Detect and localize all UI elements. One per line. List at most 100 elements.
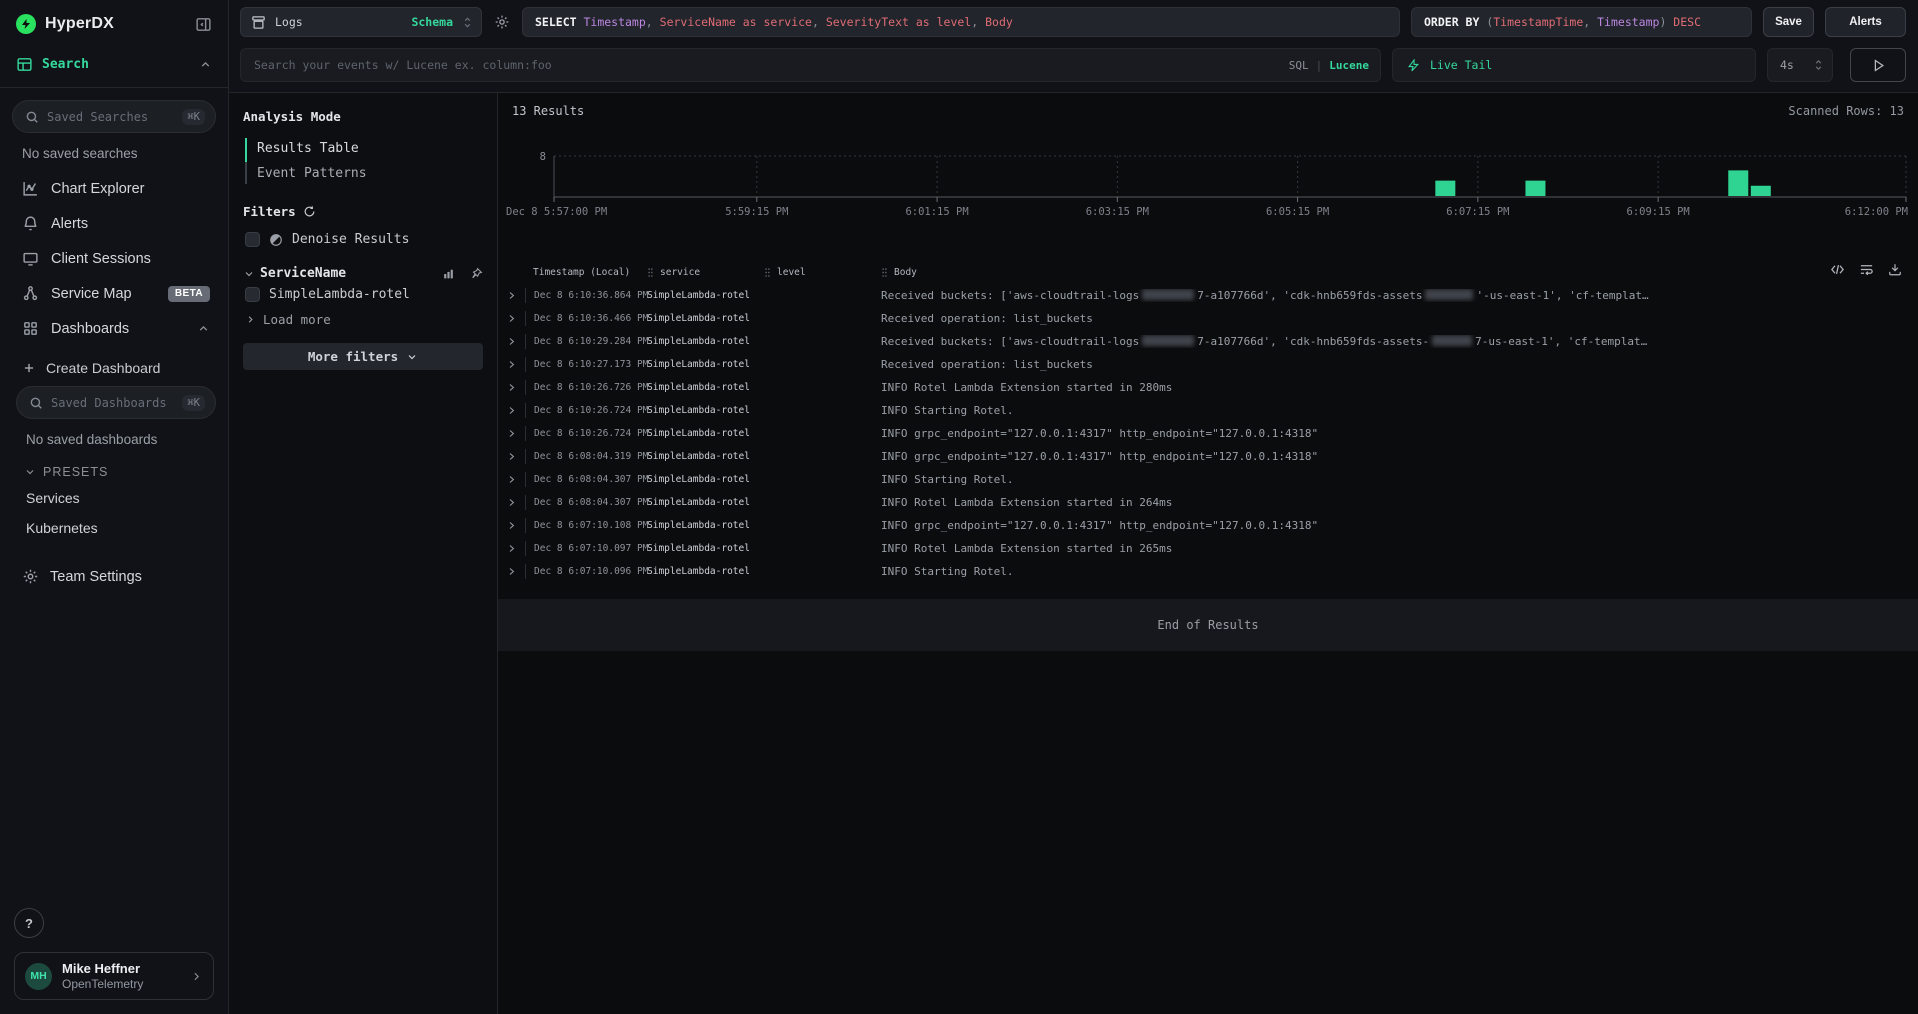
mode-results-table[interactable]: Results Table [257, 136, 483, 161]
sql-toggle[interactable]: SQL [1289, 59, 1309, 72]
sidebar-item-dashboards[interactable]: Dashboards [12, 311, 216, 346]
drag-handle-icon[interactable] [881, 267, 888, 278]
save-button[interactable]: Save [1763, 7, 1814, 37]
row-expand-icon[interactable] [498, 521, 525, 530]
help-button[interactable]: ? [14, 908, 44, 938]
presets-toggle[interactable]: PRESETS [16, 453, 216, 483]
saved-dashboards-search[interactable]: ⌘K [16, 386, 216, 419]
alerts-button[interactable]: Alerts [1825, 7, 1906, 37]
preset-kubernetes[interactable]: Kubernetes [16, 513, 216, 543]
row-expand-icon[interactable] [498, 452, 525, 461]
select-clause-input[interactable]: SELECT Timestamp, ServiceName as service… [522, 7, 1400, 37]
run-query-button[interactable] [1850, 48, 1906, 82]
drag-handle-icon[interactable] [647, 267, 654, 278]
refresh-icon[interactable] [303, 205, 316, 218]
table-row[interactable]: Dec 8 6:07:10.108 PMSimpleLambda-rotelIN… [498, 514, 1918, 537]
results-histogram[interactable]: 8Dec 8 5:57:00 PM5:59:15 PM6:01:15 PM6:0… [498, 122, 1918, 218]
cell-service: SimpleLambda-rotel [647, 451, 764, 462]
table-row[interactable]: Dec 8 6:08:04.307 PMSimpleLambda-rotelIN… [498, 491, 1918, 514]
cell-body: INFO grpc_endpoint="127.0.0.1:4317" http… [881, 427, 1918, 440]
sidebar-item-alerts[interactable]: Alerts [12, 206, 216, 241]
sidebar-item-search[interactable]: Search [0, 44, 228, 88]
saved-dashboards-input[interactable] [51, 396, 174, 410]
stepper-chevrons-icon[interactable] [1813, 58, 1824, 72]
saved-searches-search[interactable]: ⌘K [12, 100, 216, 133]
row-expand-icon[interactable] [498, 544, 525, 553]
row-expand-icon[interactable] [498, 314, 525, 323]
live-tail-button[interactable]: Live Tail [1392, 48, 1756, 82]
sidebar-item-team-settings[interactable]: Team Settings [12, 551, 216, 601]
cell-body: INFO Rotel Lambda Extension started in 2… [881, 381, 1918, 394]
table-row[interactable]: Dec 8 6:10:36.864 PMSimpleLambda-rotelRe… [498, 284, 1918, 307]
search-icon [29, 396, 43, 410]
row-expand-icon[interactable] [498, 498, 525, 507]
code-view-icon[interactable] [1830, 263, 1845, 276]
user-menu[interactable]: MH Mike Heffner OpenTelemetry [14, 952, 214, 1000]
sidebar-item-client-sessions[interactable]: Client Sessions [12, 241, 216, 276]
table-row[interactable]: Dec 8 6:10:26.726 PMSimpleLambda-rotelIN… [498, 376, 1918, 399]
denoise-results-toggle[interactable]: Denoise Results [245, 232, 483, 247]
table-icon [16, 56, 33, 73]
preset-services[interactable]: Services [16, 483, 216, 513]
filter-group-label: ServiceName [260, 266, 437, 281]
sidebar-collapse-icon[interactable] [195, 16, 212, 33]
drag-handle-icon[interactable] [764, 267, 771, 278]
column-level[interactable]: level [764, 267, 881, 278]
source-settings-gear-icon[interactable] [493, 7, 511, 37]
chevron-up-icon[interactable] [197, 322, 210, 335]
shortcut-badge: ⌘K [182, 109, 205, 125]
sidebar-item-label: Client Sessions [51, 251, 210, 267]
pin-icon[interactable] [470, 267, 483, 280]
column-timestamp[interactable]: Timestamp (Local) [525, 267, 647, 278]
table-row[interactable]: Dec 8 6:08:04.307 PMSimpleLambda-rotelIN… [498, 468, 1918, 491]
chevron-up-icon[interactable] [199, 58, 212, 71]
wrap-lines-icon[interactable] [1859, 263, 1874, 276]
row-expand-icon[interactable] [498, 360, 525, 369]
search-icon [25, 110, 39, 124]
table-row[interactable]: Dec 8 6:10:26.724 PMSimpleLambda-rotelIN… [498, 422, 1918, 445]
row-expand-icon[interactable] [498, 429, 525, 438]
mode-event-patterns[interactable]: Event Patterns [257, 161, 483, 186]
source-select[interactable]: Logs Schema [240, 7, 482, 37]
row-expand-icon[interactable] [498, 291, 525, 300]
denoise-checkbox[interactable] [245, 232, 260, 247]
row-expand-icon[interactable] [498, 383, 525, 392]
table-row[interactable]: Dec 8 6:10:36.466 PMSimpleLambda-rotelRe… [498, 307, 1918, 330]
sidebar-item-service-map[interactable]: Service Map BETA [12, 276, 216, 311]
query-language-toggle[interactable]: SQL | Lucene [1289, 48, 1369, 82]
table-row[interactable]: Dec 8 6:10:29.284 PMSimpleLambda-rotelRe… [498, 330, 1918, 353]
table-row[interactable]: Dec 8 6:10:27.173 PMSimpleLambda-rotelRe… [498, 353, 1918, 376]
filter-group-servicename[interactable]: ServiceName [243, 266, 483, 281]
table-row[interactable]: Dec 8 6:07:10.096 PMSimpleLambda-rotelIN… [498, 560, 1918, 583]
orderby-clause-input[interactable]: ORDER BY (TimestampTime, Timestamp) DESC [1411, 7, 1752, 37]
load-more-button[interactable]: Load more [245, 312, 483, 327]
filter-option-checkbox[interactable] [245, 287, 260, 302]
column-body[interactable]: Body [881, 267, 1808, 278]
cell-body: INFO Starting Rotel. [881, 565, 1918, 578]
table-row[interactable]: Dec 8 6:08:04.319 PMSimpleLambda-rotelIN… [498, 445, 1918, 468]
sidebar-item-chart-explorer[interactable]: Chart Explorer [12, 171, 216, 206]
download-icon[interactable] [1888, 263, 1902, 276]
refresh-interval-stepper[interactable]: 4s [1767, 48, 1833, 82]
table-row[interactable]: Dec 8 6:10:26.724 PMSimpleLambda-rotelIN… [498, 399, 1918, 422]
search-input[interactable] [240, 48, 1381, 82]
create-dashboard-button[interactable]: Create Dashboard [16, 350, 216, 386]
row-expand-icon[interactable] [498, 406, 525, 415]
dashboards-icon [22, 320, 39, 337]
more-filters-button[interactable]: More filters [243, 343, 483, 370]
table-row[interactable]: Dec 8 6:07:10.097 PMSimpleLambda-rotelIN… [498, 537, 1918, 560]
column-service[interactable]: service [647, 267, 764, 278]
results-panel: 13 Results Scanned Rows: 13 8Dec 8 5:57:… [498, 93, 1918, 1014]
source-label: Logs [275, 15, 402, 29]
filter-option-simplelambda[interactable]: SimpleLambda-rotel [245, 287, 483, 302]
row-expand-icon[interactable] [498, 475, 525, 484]
row-expand-icon[interactable] [498, 567, 525, 576]
sidebar-item-label: Search [42, 57, 190, 72]
app-root: HyperDX Search ⌘K No saved searches [0, 0, 1918, 1014]
cell-timestamp: Dec 8 6:10:29.284 PM [525, 334, 647, 349]
cell-timestamp: Dec 8 6:08:04.319 PM [525, 449, 647, 464]
saved-searches-input[interactable] [47, 110, 174, 124]
row-expand-icon[interactable] [498, 337, 525, 346]
bar-chart-icon[interactable] [442, 267, 455, 280]
lucene-toggle[interactable]: Lucene [1329, 59, 1369, 72]
